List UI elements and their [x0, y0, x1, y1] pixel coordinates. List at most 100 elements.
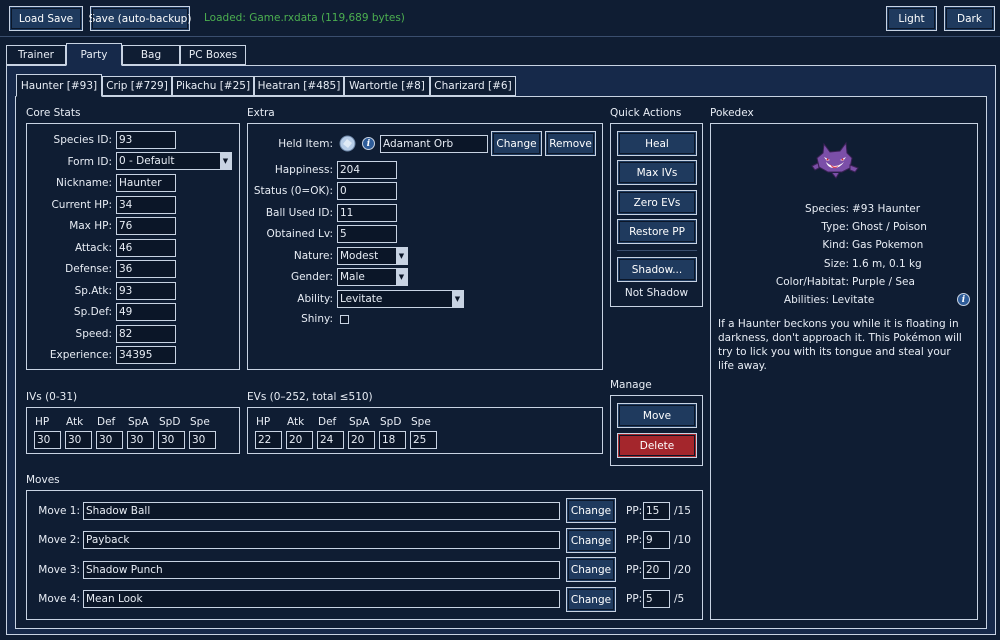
- species-id-field[interactable]: 93: [116, 131, 176, 149]
- defense-field[interactable]: 36: [116, 260, 176, 278]
- party-tab-wartortle[interactable]: Wartortle [#8]: [344, 76, 430, 96]
- sp-def-label: Sp.Def:: [73, 306, 112, 318]
- quick-actions-divider: [617, 250, 697, 251]
- move-1-change-button[interactable]: Change: [566, 498, 616, 523]
- sp-atk-field[interactable]: 93: [116, 282, 176, 300]
- load-save-button[interactable]: Load Save: [9, 6, 83, 31]
- form-id-value: 0 - Default: [119, 155, 175, 167]
- iv-hp-label: HP: [35, 416, 50, 428]
- iv-def-field[interactable]: 30: [96, 431, 123, 449]
- dex-type-label: Type:: [821, 221, 849, 233]
- light-theme-button[interactable]: Light: [886, 6, 937, 31]
- party-tab-heatran[interactable]: Heatran [#485]: [254, 76, 344, 96]
- held-item-field[interactable]: Adamant Orb: [380, 135, 488, 153]
- attack-field[interactable]: 46: [116, 239, 176, 257]
- move-1-pp-field[interactable]: 15: [643, 502, 670, 520]
- dex-color-habitat-label: Color/Habitat:: [775, 276, 849, 288]
- iv-atk-label: Atk: [66, 416, 84, 428]
- ivs-title: IVs (0-31): [26, 391, 78, 403]
- party-tab-charizard[interactable]: Charizard [#6]: [430, 76, 516, 96]
- delete-pokemon-button[interactable]: Delete: [617, 433, 697, 458]
- ev-spa-field[interactable]: 20: [348, 431, 375, 449]
- iv-atk-field[interactable]: 30: [65, 431, 92, 449]
- experience-label: Experience:: [49, 349, 112, 361]
- ev-spd-label: SpD: [380, 416, 402, 428]
- iv-hp-field[interactable]: 30: [34, 431, 61, 449]
- move-2-pp-label: PP:: [626, 534, 643, 546]
- move-4-label: Move 4:: [38, 593, 80, 605]
- party-tab-pikachu[interactable]: Pikachu [#25]: [172, 76, 254, 96]
- ev-atk-field[interactable]: 20: [286, 431, 313, 449]
- move-2-change-button[interactable]: Change: [566, 528, 616, 553]
- zero-evs-button[interactable]: Zero EVs: [617, 190, 697, 215]
- ev-spd-field[interactable]: 18: [379, 431, 406, 449]
- move-2-field[interactable]: Payback: [83, 531, 560, 549]
- ability-select[interactable]: Levitate ▼: [337, 290, 464, 308]
- quick-actions-title: Quick Actions: [610, 107, 682, 119]
- iv-spe-label: Spe: [190, 416, 210, 428]
- tab-bag[interactable]: Bag: [122, 45, 180, 65]
- dex-species-label: Species:: [805, 203, 849, 215]
- sp-def-field[interactable]: 49: [116, 303, 176, 321]
- shadow-button[interactable]: Shadow...: [617, 257, 697, 282]
- ability-value: Levitate: [340, 293, 383, 305]
- toolbar-divider: [0, 36, 1000, 37]
- max-hp-field[interactable]: 76: [116, 217, 176, 235]
- tab-party[interactable]: Party: [66, 43, 122, 66]
- ev-hp-field[interactable]: 22: [255, 431, 282, 449]
- move-4-pp-field[interactable]: 5: [643, 590, 670, 608]
- tab-pc-boxes[interactable]: PC Boxes: [180, 45, 246, 65]
- save-button[interactable]: Save (auto-backup): [89, 6, 191, 31]
- dark-theme-button[interactable]: Dark: [944, 6, 995, 31]
- party-tab-haunter[interactable]: Haunter [#93]: [16, 74, 102, 97]
- info-icon[interactable]: i: [362, 137, 375, 150]
- ev-def-field[interactable]: 24: [317, 431, 344, 449]
- move-3-pp-field[interactable]: 20: [643, 561, 670, 579]
- change-held-item-button[interactable]: Change: [491, 131, 542, 156]
- move-3-change-button[interactable]: Change: [566, 557, 616, 582]
- speed-label: Speed:: [75, 328, 112, 340]
- move-2-pp-field[interactable]: 9: [643, 531, 670, 549]
- happiness-field[interactable]: 204: [337, 161, 397, 179]
- ball-used-label: Ball Used ID:: [265, 207, 333, 219]
- dex-color-habitat-value: Purple / Sea: [852, 276, 915, 288]
- move-1-field[interactable]: Shadow Ball: [83, 502, 560, 520]
- nature-select[interactable]: Modest ▼: [337, 247, 408, 265]
- nickname-label: Nickname:: [56, 177, 112, 189]
- move-4-change-button[interactable]: Change: [566, 587, 616, 612]
- info-icon[interactable]: i: [957, 293, 970, 306]
- iv-spa-field[interactable]: 30: [127, 431, 154, 449]
- ball-used-field[interactable]: 11: [337, 204, 397, 222]
- form-id-label: Form ID:: [67, 156, 112, 168]
- manage-title: Manage: [610, 379, 652, 391]
- haunter-sprite: [806, 138, 862, 182]
- ev-atk-label: Atk: [287, 416, 305, 428]
- move-pokemon-button[interactable]: Move: [617, 403, 697, 428]
- dex-kind-value: Gas Pokemon: [852, 239, 924, 251]
- dex-size-label: Size:: [823, 258, 849, 270]
- experience-field[interactable]: 34395: [116, 346, 176, 364]
- nickname-field[interactable]: Haunter: [116, 174, 176, 192]
- gender-select[interactable]: Male ▼: [337, 268, 408, 286]
- ev-spe-label: Spe: [411, 416, 431, 428]
- status-field[interactable]: 0: [337, 182, 397, 200]
- heal-button[interactable]: Heal: [617, 131, 697, 156]
- party-tab-crip[interactable]: Crip [#729]: [102, 76, 172, 96]
- form-id-select[interactable]: 0 - Default ▼: [116, 152, 232, 170]
- ev-spe-field[interactable]: 25: [410, 431, 437, 449]
- iv-spd-field[interactable]: 30: [158, 431, 185, 449]
- move-4-field[interactable]: Mean Look: [83, 590, 560, 608]
- tab-trainer[interactable]: Trainer: [6, 45, 66, 65]
- speed-field[interactable]: 82: [116, 325, 176, 343]
- max-ivs-button[interactable]: Max IVs: [617, 160, 697, 185]
- current-hp-field[interactable]: 34: [116, 196, 176, 214]
- iv-spa-label: SpA: [128, 416, 149, 428]
- remove-held-item-button[interactable]: Remove: [545, 131, 596, 156]
- dex-type-value: Ghost / Poison: [852, 221, 927, 233]
- species-id-label: Species ID:: [53, 134, 112, 146]
- obtained-lv-field[interactable]: 5: [337, 225, 397, 243]
- move-3-field[interactable]: Shadow Punch: [83, 561, 560, 579]
- restore-pp-button[interactable]: Restore PP: [617, 219, 697, 244]
- shiny-checkbox[interactable]: [340, 315, 349, 324]
- iv-spe-field[interactable]: 30: [189, 431, 216, 449]
